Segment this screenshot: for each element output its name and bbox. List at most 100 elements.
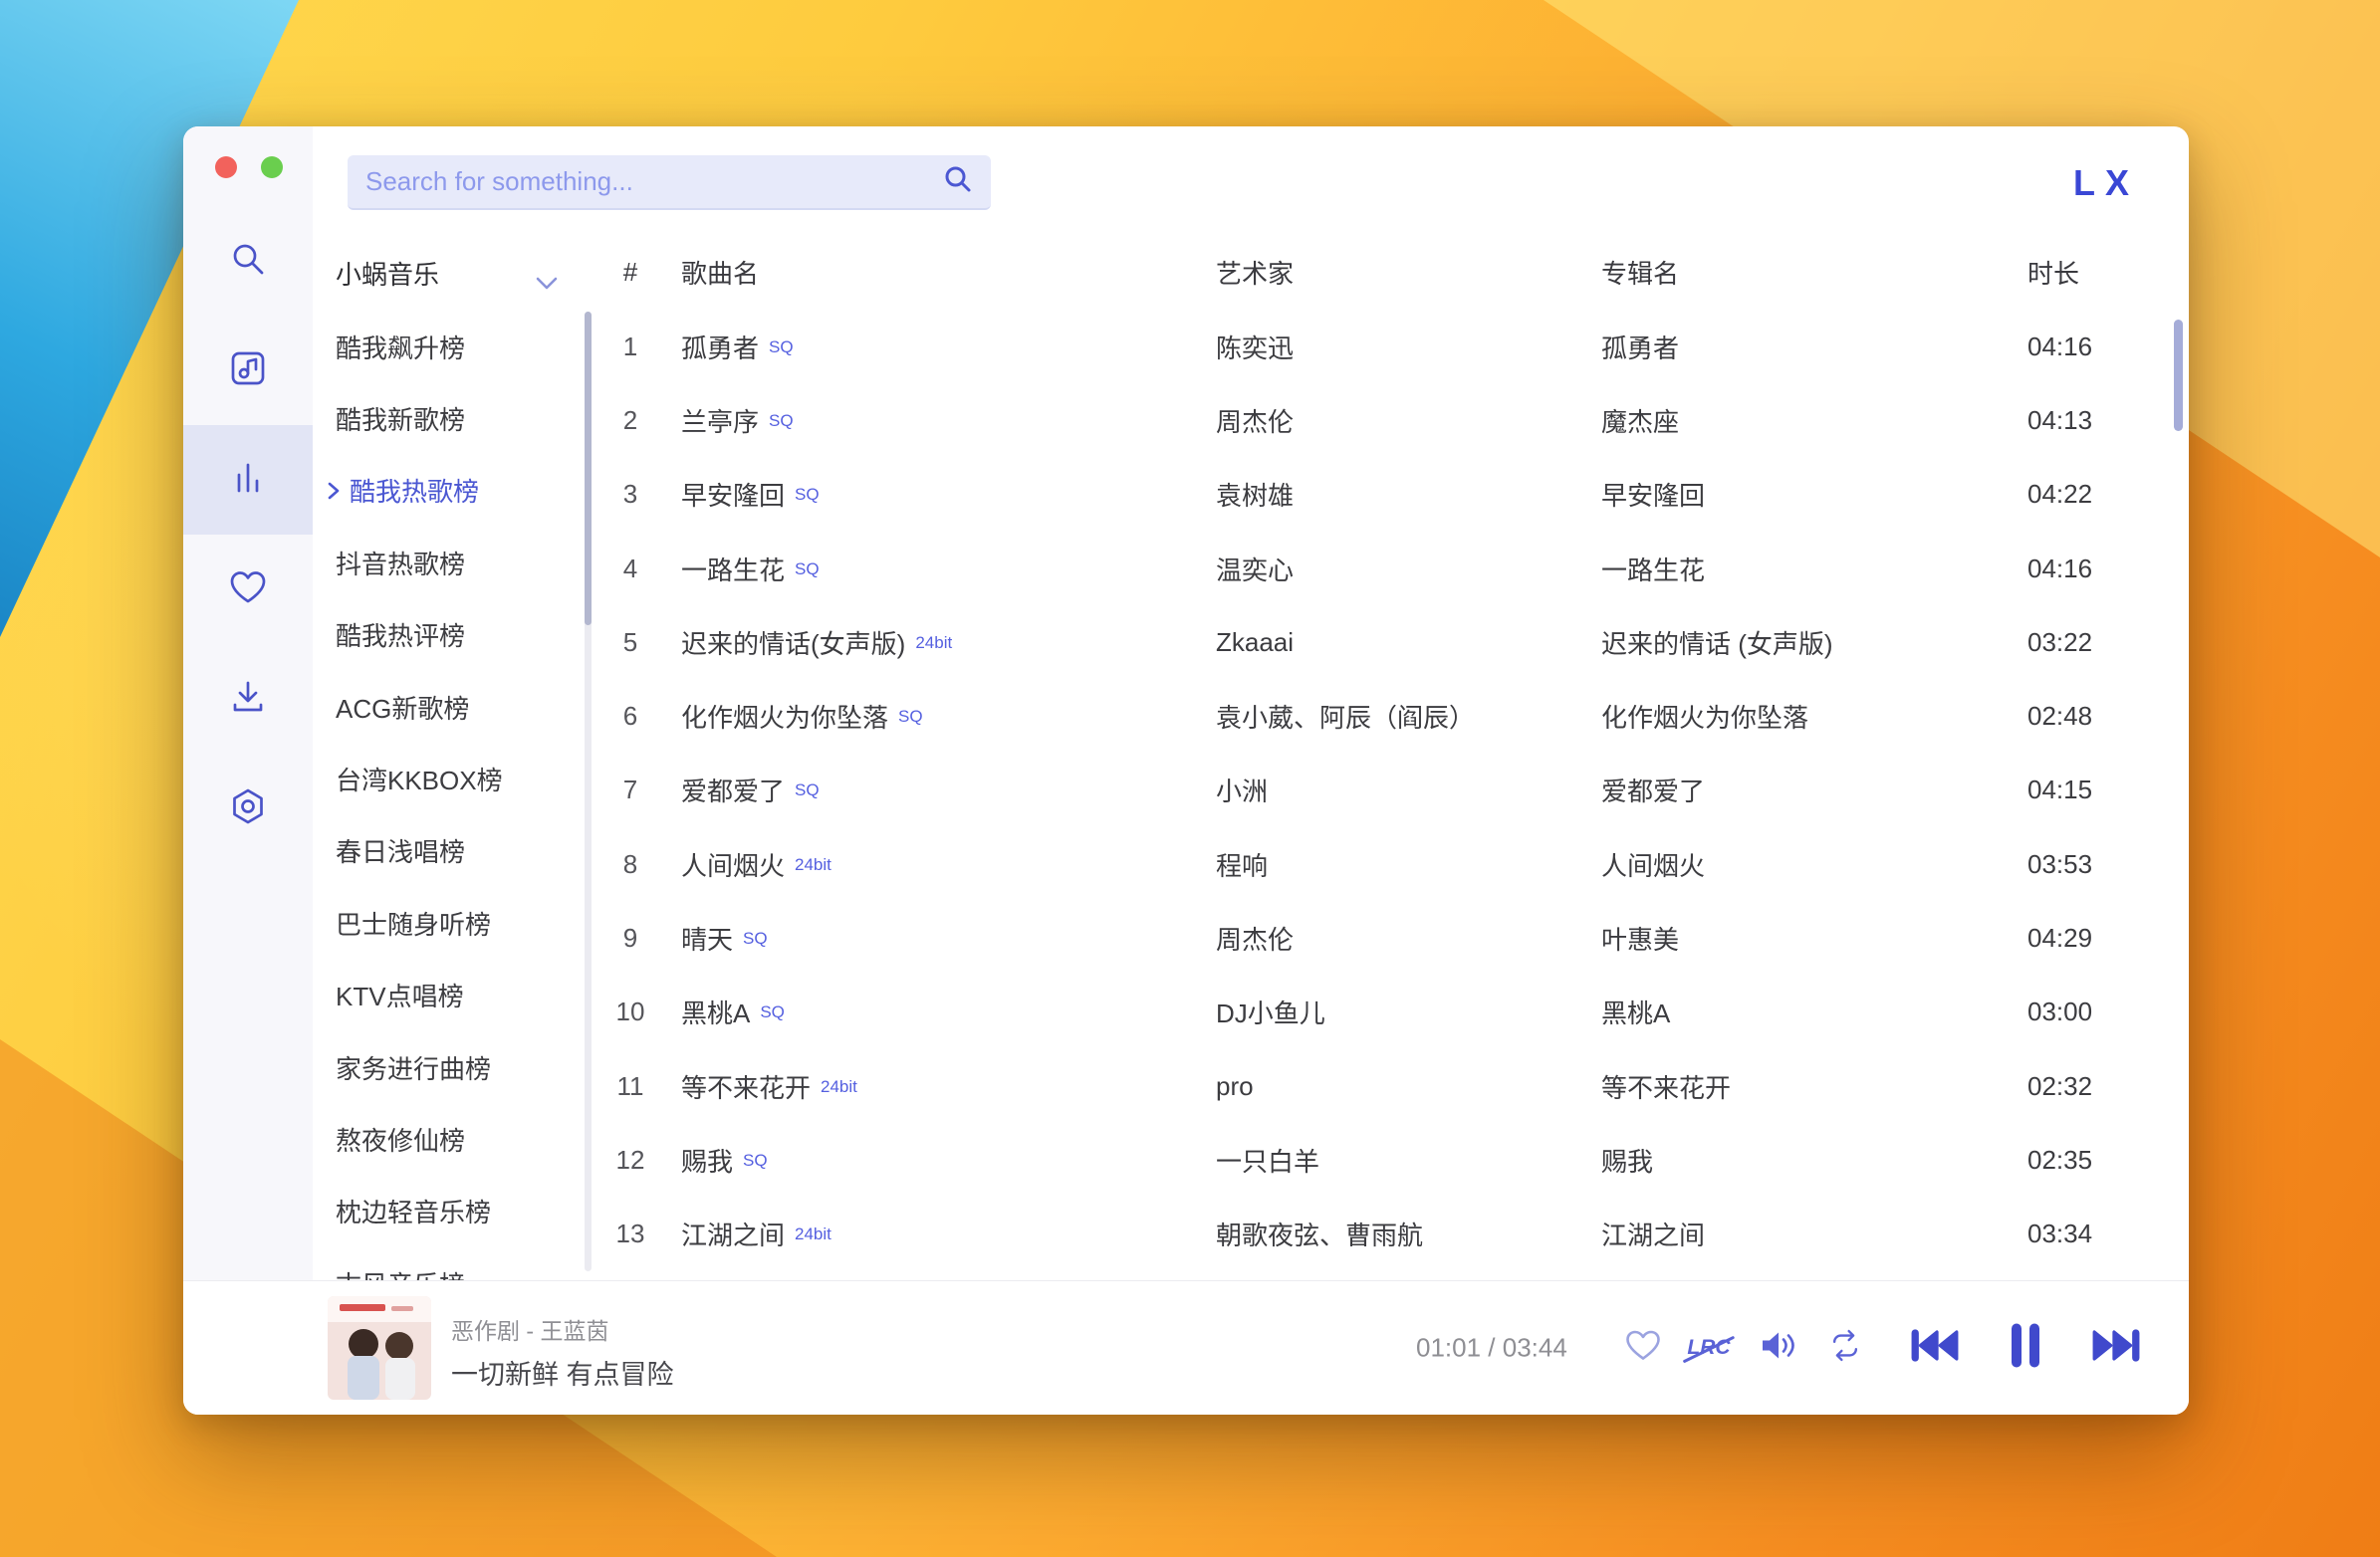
close-window-button[interactable] — [215, 156, 237, 178]
song-album: 叶惠美 — [1601, 920, 2027, 957]
board-item[interactable]: 巴士随身听榜 — [313, 887, 587, 959]
song-duration: 04:13 — [2027, 405, 2169, 436]
search-submit-button[interactable] — [925, 155, 991, 208]
song-name-cell: 化作烟火为你坠落SQ — [660, 698, 1216, 735]
board-item[interactable]: 枕边轻音乐榜 — [313, 1176, 587, 1247]
song-index: 13 — [600, 1219, 660, 1249]
board-item[interactable]: 台湾KKBOX榜 — [313, 743, 587, 814]
table-row[interactable]: 4 一路生花SQ 温奕心 一路生花 04:16 — [600, 532, 2169, 605]
source-selector[interactable]: 小蜗音乐 — [313, 236, 587, 311]
table-row[interactable]: 12 赐我SQ 一只白羊 赐我 02:35 — [600, 1123, 2169, 1197]
quality-badge: 24bit — [795, 855, 832, 874]
song-album: 等不来花开 — [1601, 1068, 2027, 1105]
song-name-cell: 黑桃ASQ — [660, 994, 1216, 1030]
sidebar-item-favorites[interactable] — [183, 535, 313, 644]
board-item[interactable]: KTV点唱榜 — [313, 960, 587, 1031]
song-duration: 03:22 — [2027, 627, 2169, 658]
song-name-cell: 等不来花开24bit — [660, 1068, 1216, 1105]
table-row[interactable]: 9 晴天SQ 周杰伦 叶惠美 04:29 — [600, 901, 2169, 975]
previous-track-button[interactable] — [1910, 1325, 1960, 1372]
board-item[interactable]: 酷我新歌榜 — [313, 382, 587, 454]
table-row[interactable]: 8 人间烟火24bit 程响 人间烟火 03:53 — [600, 827, 2169, 901]
table-row[interactable]: 10 黑桃ASQ DJ小鱼儿 黑桃A 03:00 — [600, 976, 2169, 1049]
song-name: 一路生花 — [681, 556, 785, 585]
sidebar-item-settings[interactable] — [183, 754, 313, 863]
board-item[interactable]: 春日浅唱榜 — [313, 815, 587, 887]
board-item[interactable]: 抖音热歌榜 — [313, 527, 587, 598]
song-name: 晴天 — [681, 925, 733, 955]
sidebar-item-playlist[interactable] — [183, 316, 313, 425]
board-label: 家务进行曲榜 — [336, 1049, 491, 1086]
song-table: # 歌曲名 艺术家 专辑名 时长 1 孤勇者SQ 陈奕迅 孤勇者 04:16 2… — [600, 235, 2169, 1281]
board-item[interactable]: ACG新歌榜 — [313, 671, 587, 743]
song-index: 5 — [600, 627, 660, 658]
boards-scrollbar-thumb[interactable] — [585, 312, 592, 625]
song-album: 黑桃A — [1601, 994, 2027, 1030]
sidebar-item-download[interactable] — [183, 644, 313, 754]
sidebar-item-leaderboard[interactable] — [183, 425, 313, 535]
song-name: 孤勇者 — [681, 334, 759, 363]
board-label: 抖音热歌榜 — [336, 545, 465, 581]
song-name-cell: 赐我SQ — [660, 1142, 1216, 1179]
repeat-icon — [1826, 1327, 1864, 1370]
boards-scrollbar[interactable] — [585, 312, 592, 1271]
table-row[interactable]: 7 爱都爱了SQ 小洲 爱都爱了 04:15 — [600, 754, 2169, 827]
desktop-lyric-toggle[interactable]: LRC — [1685, 1334, 1732, 1362]
window-controls — [215, 156, 283, 178]
song-name: 江湖之间 — [681, 1221, 785, 1250]
song-duration: 04:16 — [2027, 554, 2169, 584]
table-row[interactable]: 6 化作烟火为你坠落SQ 袁小葳、阿辰（阎辰） 化作烟火为你坠落 02:48 — [600, 679, 2169, 753]
song-duration: 02:35 — [2027, 1145, 2169, 1176]
table-row[interactable]: 1 孤勇者SQ 陈奕迅 孤勇者 04:16 — [600, 310, 2169, 383]
volume-button[interactable] — [1760, 1329, 1797, 1368]
lrc-off-icon: LRC — [1685, 1334, 1732, 1362]
source-selector-label: 小蜗音乐 — [336, 255, 439, 292]
desktop-wallpaper: LX 小蜗音乐 酷我飙升榜 酷我新歌榜 酷我热歌榜 抖音热歌榜 — [0, 0, 2380, 1557]
favorite-button[interactable] — [1625, 1330, 1661, 1367]
pause-button[interactable] — [2008, 1322, 2043, 1375]
table-row[interactable]: 13 江湖之间24bit 朝歌夜弦、曹雨航 江湖之间 03:34 — [600, 1198, 2169, 1271]
song-name-cell: 人间烟火24bit — [660, 846, 1216, 883]
song-table-body: 1 孤勇者SQ 陈奕迅 孤勇者 04:16 2 兰亭序SQ 周杰伦 魔杰座 04… — [600, 310, 2169, 1271]
header-song: 歌曲名 — [660, 254, 1216, 291]
quality-badge: SQ — [760, 1002, 785, 1021]
board-item[interactable]: 酷我热评榜 — [313, 599, 587, 671]
play-mode-button[interactable] — [1826, 1327, 1864, 1370]
chevron-right-icon — [328, 482, 340, 500]
heart-icon — [1625, 1330, 1661, 1367]
board-item[interactable]: 家务进行曲榜 — [313, 1031, 587, 1103]
next-track-button[interactable] — [2091, 1325, 2141, 1372]
table-row[interactable]: 11 等不来花开24bit pro 等不来花开 02:32 — [600, 1049, 2169, 1123]
song-name-cell: 迟来的情话(女声版)24bit — [660, 624, 1216, 661]
album-art[interactable] — [328, 1296, 431, 1400]
table-row[interactable]: 2 兰亭序SQ 周杰伦 魔杰座 04:13 — [600, 383, 2169, 457]
quality-badge: SQ — [795, 780, 820, 799]
song-album: 早安隆回 — [1601, 476, 2027, 513]
song-index: 12 — [600, 1145, 660, 1176]
playlist-icon — [227, 347, 269, 394]
quality-badge: SQ — [769, 337, 794, 356]
board-item[interactable]: 熬夜修仙榜 — [313, 1103, 587, 1175]
song-name-cell: 兰亭序SQ — [660, 402, 1216, 439]
song-album: 一路生花 — [1601, 551, 2027, 587]
song-duration: 03:53 — [2027, 849, 2169, 880]
table-scrollbar-thumb[interactable] — [2174, 320, 2183, 431]
board-item[interactable]: 酷我热歌榜 — [313, 455, 587, 527]
quality-badge: 24bit — [821, 1077, 857, 1096]
sidebar-item-search[interactable] — [183, 206, 313, 316]
player-bar: 恶作剧 - 王蓝茵 一切新鲜 有点冒险 01:01 / 03:44 LRC — [183, 1280, 2189, 1415]
song-artist: 周杰伦 — [1216, 920, 1601, 957]
table-row[interactable]: 3 早安隆回SQ 袁树雄 早安隆回 04:22 — [600, 458, 2169, 532]
settings-icon — [227, 785, 269, 832]
song-name: 化作烟火为你坠落 — [681, 703, 888, 733]
board-item[interactable]: 酷我飙升榜 — [313, 311, 587, 382]
zoom-window-button[interactable] — [261, 156, 283, 178]
song-artist: 朝歌夜弦、曹雨航 — [1216, 1216, 1601, 1252]
quality-badge: SQ — [795, 559, 820, 578]
header-artist: 艺术家 — [1216, 254, 1601, 291]
table-row[interactable]: 5 迟来的情话(女声版)24bit Zkaaai 迟来的情话 (女声版) 03:… — [600, 605, 2169, 679]
song-name-cell: 孤勇者 SQ — [660, 329, 1216, 365]
board-item[interactable]: 古风音乐榜 — [313, 1247, 587, 1281]
song-artist: 小洲 — [1216, 772, 1601, 808]
song-album: 江湖之间 — [1601, 1216, 2027, 1252]
